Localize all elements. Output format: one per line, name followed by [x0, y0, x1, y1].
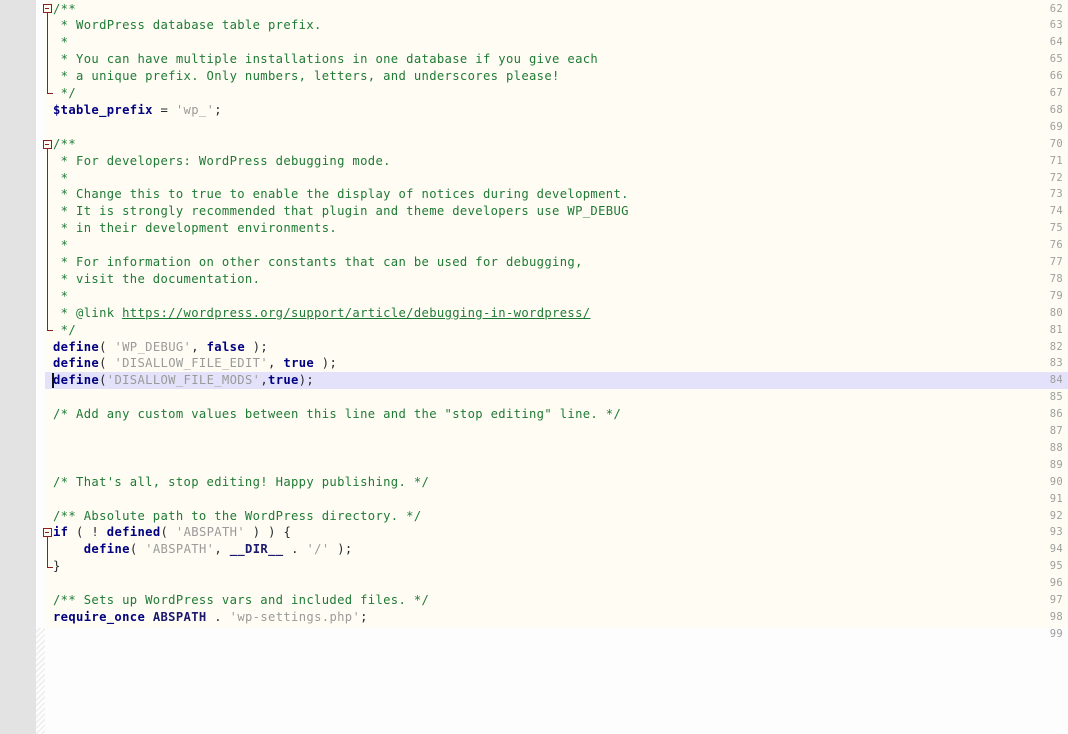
fold-region-end-icon [47, 88, 53, 95]
line-number: 86 [1049, 408, 1063, 421]
code-line[interactable]: * It is strongly recommended that plugin… [53, 203, 629, 220]
code-line[interactable]: * WordPress database table prefix. [53, 17, 322, 34]
line-number: 95 [1049, 560, 1063, 573]
code-line[interactable]: /** [53, 1, 76, 18]
code-folding-strip-empty [36, 628, 45, 734]
line-number: 70 [1049, 137, 1063, 150]
code-line[interactable]: /** Absolute path to the WordPress direc… [53, 508, 422, 525]
line-number-gutter[interactable] [0, 0, 36, 734]
line-number: 82 [1049, 340, 1063, 353]
code-line[interactable]: * [53, 170, 68, 187]
line-number: 72 [1049, 171, 1063, 184]
code-line[interactable]: define( 'DISALLOW_FILE_EDIT', true ); [53, 355, 337, 372]
line-number: 97 [1049, 594, 1063, 606]
line-number: 96 [1049, 577, 1063, 590]
code-line[interactable]: */ [53, 322, 76, 339]
fold-collapse-icon[interactable] [42, 4, 52, 14]
fold-region-end-icon [47, 325, 53, 332]
line-number: 65 [1049, 53, 1063, 66]
code-line[interactable]: $table_prefix = 'wp_'; [53, 102, 222, 119]
code-line[interactable]: * You can have multiple installations in… [53, 51, 598, 68]
line-number: 92 [1049, 509, 1063, 522]
code-folding-strip[interactable] [36, 0, 45, 734]
code-line[interactable]: /* Add any custom values between this li… [53, 406, 621, 423]
line-number: 85 [1049, 391, 1063, 404]
line-number: 71 [1049, 154, 1063, 167]
line-number: 88 [1049, 441, 1063, 454]
fold-region-line [47, 8, 48, 94]
line-number: 62 [1049, 2, 1063, 15]
line-number: 83 [1049, 357, 1063, 370]
line-number: 84 [1049, 374, 1063, 387]
code-editor[interactable]: 62 63 64 65 66 67 68 69 70 71 72 73 74 75 76 77 78 79 80 81… [0, 0, 1068, 734]
line-number: 67 [1049, 87, 1063, 99]
code-line[interactable]: * @link https://wordpress.org/support/ar… [53, 305, 590, 322]
code-line[interactable]: define('DISALLOW_FILE_MODS',true); [53, 372, 314, 389]
code-line[interactable]: /** Sets up WordPress vars and included … [53, 592, 429, 609]
code-line[interactable]: if ( ! defined( 'ABSPATH' ) ) { [53, 524, 291, 541]
line-number: 75 [1049, 222, 1063, 235]
fold-collapse-icon[interactable] [42, 528, 52, 538]
code-line[interactable]: * [53, 34, 68, 51]
line-number: 78 [1049, 272, 1063, 285]
code-line[interactable]: * Change this to true to enable the disp… [53, 186, 629, 203]
line-number: 80 [1049, 306, 1063, 319]
line-number: 77 [1049, 256, 1063, 268]
line-number: 69 [1049, 120, 1063, 133]
code-line[interactable]: * [53, 288, 68, 305]
code-empty-area [45, 628, 1068, 734]
line-number: 98 [1049, 610, 1063, 623]
code-line[interactable]: * [53, 237, 68, 254]
line-number: 73 [1049, 188, 1063, 201]
code-line[interactable]: define( 'WP_DEBUG', false ); [53, 339, 268, 356]
fold-region-end-icon [47, 561, 53, 568]
code-line[interactable]: * For information on other constants tha… [53, 254, 583, 271]
line-number: 63 [1049, 19, 1063, 32]
code-line[interactable]: require_once ABSPATH . 'wp-settings.php'… [53, 609, 368, 626]
code-line[interactable]: * a unique prefix. Only numbers, letters… [53, 68, 560, 85]
code-line[interactable]: } [53, 558, 61, 575]
line-number: 91 [1049, 492, 1063, 505]
line-number: 68 [1049, 103, 1063, 116]
code-line[interactable]: */ [53, 85, 76, 102]
code-line[interactable]: /** [53, 136, 76, 153]
fold-region-line [47, 144, 48, 331]
line-number: 79 [1049, 289, 1063, 302]
line-number: 90 [1049, 475, 1063, 488]
line-number: 99 [1049, 627, 1063, 640]
code-line[interactable]: /* That's all, stop editing! Happy publi… [53, 474, 429, 491]
code-line[interactable]: define( 'ABSPATH', __DIR__ . '/' ); [53, 541, 353, 558]
line-number: 87 [1049, 425, 1063, 437]
line-number: 66 [1049, 70, 1063, 83]
line-number: 94 [1049, 543, 1063, 556]
line-number: 89 [1049, 458, 1063, 471]
text-caret [52, 373, 54, 389]
line-number: 64 [1049, 36, 1063, 49]
line-number: 76 [1049, 239, 1063, 252]
code-line[interactable]: * in their development environments. [53, 220, 337, 237]
code-line[interactable]: * For developers: WordPress debugging mo… [53, 153, 391, 170]
fold-collapse-icon[interactable] [42, 139, 52, 149]
code-line[interactable]: * visit the documentation. [53, 271, 260, 288]
line-number: 81 [1049, 323, 1063, 336]
line-number: 93 [1049, 526, 1063, 539]
line-number: 74 [1049, 205, 1063, 218]
